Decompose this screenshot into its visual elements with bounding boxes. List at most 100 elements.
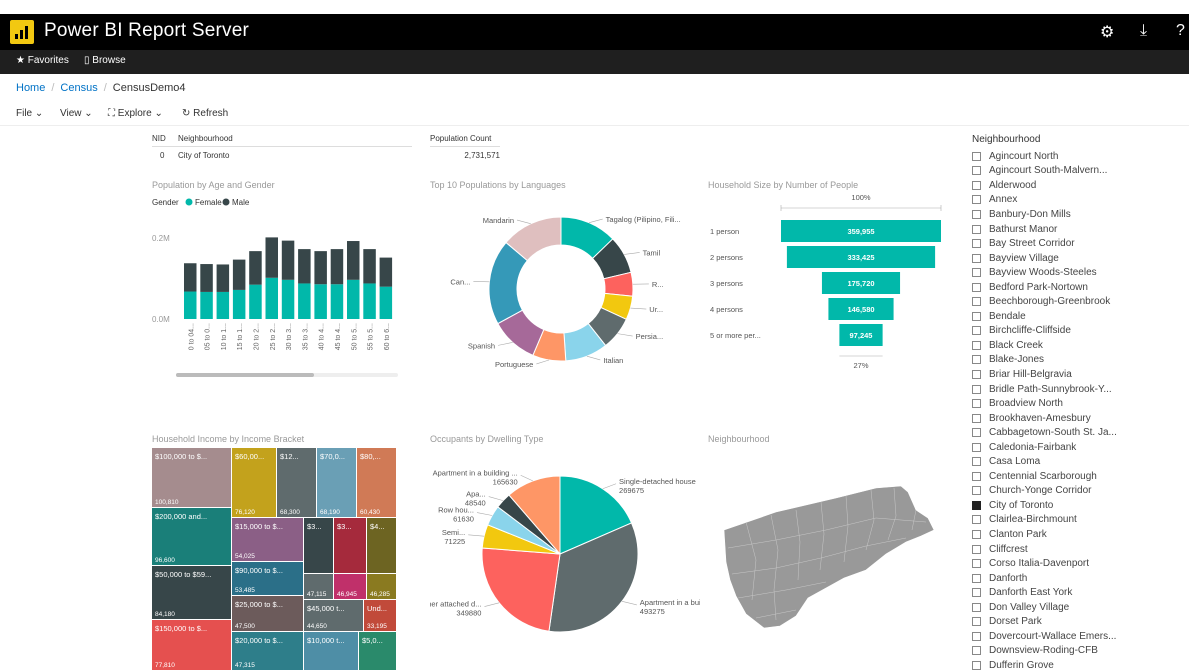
bar-male[interactable] [330, 249, 344, 285]
scrollbar-thumb[interactable] [176, 373, 314, 377]
bar-male[interactable] [379, 257, 393, 287]
slicer-checkbox[interactable] [972, 268, 981, 278]
slicer-item[interactable]: Alderwood [972, 178, 1182, 193]
slicer-checkbox[interactable] [972, 529, 981, 539]
slicer-item[interactable]: Bayview Village [972, 251, 1182, 266]
bar-female[interactable] [249, 284, 262, 319]
bar-female[interactable] [298, 283, 311, 319]
slicer-checkbox[interactable] [972, 297, 981, 307]
explore-menu-button[interactable]: ⛶ Explore ⌄ [108, 108, 163, 119]
slicer-item[interactable]: Bay Street Corridor [972, 236, 1182, 251]
slicer-item[interactable]: Clanton Park [972, 527, 1182, 542]
bar-male[interactable] [298, 249, 311, 284]
favorites-link[interactable]: ★ Favorites [16, 55, 69, 66]
breadcrumb-census[interactable]: Census [60, 82, 97, 94]
bar-male[interactable] [265, 237, 279, 278]
bar-male[interactable] [216, 264, 230, 292]
slicer-checkbox[interactable] [972, 180, 981, 190]
slicer-item[interactable]: Corso Italia-Davenport [972, 556, 1182, 571]
slicer-item[interactable]: Dorset Park [972, 615, 1182, 630]
slicer-checkbox[interactable] [972, 457, 981, 467]
settings-gear-icon[interactable]: ⚙ [1100, 22, 1114, 42]
toronto-map-shape[interactable] [723, 485, 935, 629]
slicer-checkbox[interactable] [972, 646, 981, 656]
slicer-item[interactable]: Casa Loma [972, 454, 1182, 469]
slicer-item[interactable]: Church-Yonge Corridor [972, 484, 1182, 499]
browse-link[interactable]: ▯ Browse [84, 55, 126, 66]
slicer-item[interactable]: Clairlea-Birchmount [972, 513, 1182, 528]
slicer-checkbox[interactable] [972, 282, 981, 292]
slicer-checkbox[interactable] [972, 326, 981, 336]
help-icon[interactable]: ? [1176, 22, 1185, 40]
slicer-item[interactable]: Birchcliffe-Cliffside [972, 324, 1182, 339]
languages-donut-chart[interactable]: Tagalog (Pilipino, Fili... Tamil R... Ur...… [430, 190, 690, 390]
slicer-checkbox[interactable] [972, 195, 981, 205]
download-icon[interactable]: ⤓ [1140, 22, 1147, 40]
pie-slice[interactable] [481, 547, 561, 632]
slicer-item[interactable]: Beechborough-Greenbrook [972, 294, 1182, 309]
slicer-checkbox[interactable] [972, 399, 981, 409]
bar-female[interactable] [330, 284, 344, 319]
slicer-item[interactable]: Broadview North [972, 396, 1182, 411]
slicer-checkbox[interactable] [972, 239, 981, 249]
slicer-checkbox[interactable] [972, 369, 981, 379]
slicer-item[interactable]: Dufferin Grove [972, 658, 1182, 671]
slicer-checkbox[interactable] [972, 631, 981, 641]
slicer-checkbox[interactable] [972, 355, 981, 365]
slicer-checkbox[interactable] [972, 166, 981, 176]
slicer-checkbox[interactable] [972, 471, 981, 481]
slicer-item[interactable]: Bayview Woods-Steeles [972, 265, 1182, 280]
legend-male-label[interactable]: Male [232, 198, 250, 207]
bar-male[interactable] [314, 251, 327, 285]
bar-female[interactable] [265, 277, 279, 319]
bar-female[interactable] [314, 284, 327, 319]
bar-male[interactable] [363, 249, 376, 284]
bar-male[interactable] [281, 240, 295, 280]
slicer-item[interactable]: Cliffcrest [972, 542, 1182, 557]
breadcrumb-home[interactable]: Home [16, 82, 45, 94]
slicer-item[interactable]: Bathurst Manor [972, 222, 1182, 237]
income-treemap[interactable]: $100,000 to $... 100,810 $200,000 and... 96… [152, 448, 402, 671]
refresh-button[interactable]: ↻ Refresh [182, 108, 228, 119]
slicer-item[interactable]: Danforth [972, 571, 1182, 586]
age-gender-chart[interactable]: Gender Female Male 0.2M 0.0M 0 to 04... 05 to … [148, 190, 404, 386]
bar-male[interactable] [249, 251, 262, 285]
slicer-item[interactable]: Centennial Scarborough [972, 469, 1182, 484]
slicer-item[interactable]: Don Valley Village [972, 600, 1182, 615]
slicer-checkbox[interactable] [972, 588, 981, 598]
slicer-checkbox[interactable] [972, 544, 981, 554]
slicer-item[interactable]: Bridle Path-Sunnybrook-Y... [972, 382, 1182, 397]
slicer-item[interactable]: Agincourt North [972, 149, 1182, 164]
population-count-header[interactable]: Population Count [430, 134, 500, 147]
slicer-item[interactable]: Brookhaven-Amesbury [972, 411, 1182, 426]
slicer-item[interactable]: Blake-Jones [972, 353, 1182, 368]
slicer-checkbox[interactable] [972, 224, 981, 234]
slicer-checkbox[interactable] [972, 311, 981, 321]
slicer-checkbox[interactable] [972, 602, 981, 612]
slicer-item[interactable]: Dovercourt-Wallace Emers... [972, 629, 1182, 644]
powerbi-logo-icon[interactable] [10, 20, 34, 44]
slicer-item[interactable]: Black Creek [972, 338, 1182, 353]
bar-female[interactable] [200, 291, 213, 319]
slicer-item[interactable]: City of Toronto [972, 498, 1182, 513]
bar-female[interactable] [281, 279, 295, 319]
neighbourhood-map[interactable] [716, 470, 946, 660]
slicer-checkbox[interactable] [972, 428, 981, 438]
legend-female-label[interactable]: Female [195, 198, 222, 207]
bar-female[interactable] [184, 291, 197, 319]
household-size-funnel[interactable]: 100% 1 person 359,955 2 persons 333,425 3 per… [704, 190, 954, 390]
view-menu-button[interactable]: View ⌄ [60, 108, 93, 119]
slicer-item[interactable]: Agincourt South-Malvern... [972, 164, 1182, 179]
slicer-checkbox[interactable] [972, 442, 981, 452]
slicer-checkbox[interactable] [972, 573, 981, 583]
slicer-checkbox[interactable] [972, 500, 981, 510]
slicer-item[interactable]: Bendale [972, 309, 1182, 324]
slicer-checkbox[interactable] [972, 413, 981, 423]
slicer-item[interactable]: Annex [972, 193, 1182, 208]
slicer-checkbox[interactable] [972, 660, 981, 670]
bar-male[interactable] [200, 264, 213, 292]
slicer-checkbox[interactable] [972, 617, 981, 627]
slicer-checkbox[interactable] [972, 151, 981, 161]
neighbourhood-header[interactable]: Neighbourhood [178, 134, 233, 143]
bar-female[interactable] [347, 279, 360, 319]
